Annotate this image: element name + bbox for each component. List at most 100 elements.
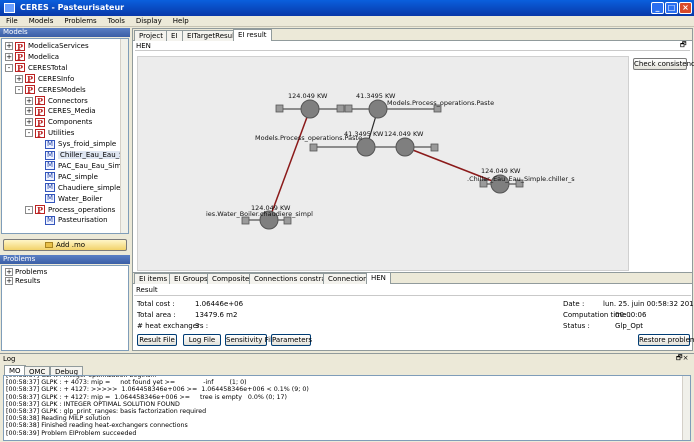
maximize-icon[interactable]: □: [665, 2, 678, 14]
tree-item-label: Components: [48, 118, 93, 127]
tree-item[interactable]: + P ModelicaServices: [5, 41, 89, 51]
hen-graph: 124.049 KW 41.3495 KW Models.Process_ope…: [206, 92, 575, 230]
tree-item-label: Process_operations: [48, 205, 116, 214]
close-icon[interactable]: ×: [679, 2, 692, 14]
menu-problems[interactable]: Problems: [58, 16, 101, 25]
collapse-icon[interactable]: -: [25, 129, 33, 138]
tab-ei-result[interactable]: EI result: [233, 29, 272, 41]
status-label: Status :: [563, 322, 590, 330]
restore-window-icon[interactable]: 🗗: [680, 41, 687, 52]
expand-icon[interactable]: +: [5, 52, 13, 61]
log-scrollbar[interactable]: [682, 376, 690, 440]
hen-node-2[interactable]: [368, 99, 388, 119]
problems-tree[interactable]: + Problems + Results: [1, 265, 129, 351]
tree-item-label: CERESInfo: [38, 74, 75, 83]
port-icon: [430, 143, 439, 152]
expand-icon[interactable]: +: [25, 107, 33, 116]
tree-item[interactable]: MChiller_Eau_Eau_Simple: [35, 150, 128, 160]
date-value: lun. 25. juin 00:58:32 2012: [603, 300, 694, 308]
tree-item[interactable]: M PAC_simple: [35, 172, 98, 182]
add-mo-label: Add .mo: [55, 241, 86, 249]
tree-item[interactable]: + P Modelica: [5, 52, 59, 62]
minimize-icon[interactable]: _: [651, 2, 664, 14]
menu-file[interactable]: File: [0, 16, 23, 25]
tab-ei[interactable]: EI: [166, 30, 183, 41]
tree-item[interactable]: - P CERESTotal: [5, 63, 67, 73]
model-icon: M: [45, 172, 55, 182]
expand-icon[interactable]: +: [15, 74, 23, 83]
models-panel-header: Models: [0, 28, 130, 37]
menu-help[interactable]: Help: [167, 16, 194, 25]
tree-item-label: Pasteurisation: [58, 216, 108, 225]
model-icon: M: [45, 139, 55, 149]
expand-icon[interactable]: +: [5, 268, 13, 276]
hen-graph-canvas: 124.049 KW 41.3495 KW Models.Process_ope…: [137, 56, 629, 271]
tab-ei-items[interactable]: EI items: [134, 273, 173, 284]
tree-item[interactable]: M Water_Boiler: [35, 194, 102, 204]
log-file-button[interactable]: Log File: [183, 334, 221, 346]
log-output[interactable]: [00:58:37] GLPK : Integer optimization b…: [3, 375, 691, 441]
menu-display[interactable]: Display: [130, 16, 167, 25]
log-tab-strip: MO OMC Debug: [4, 365, 154, 377]
tab-project[interactable]: Project: [134, 30, 168, 41]
tree-item[interactable]: - P Utilities: [25, 128, 74, 138]
package-icon: P: [35, 205, 45, 215]
tree-item-label: Chiller_Eau_Eau_Simple: [58, 151, 128, 159]
collapse-icon[interactable]: -: [5, 63, 13, 72]
check-consistency-button[interactable]: Check consistency: [633, 58, 694, 70]
tree-item[interactable]: M Chaudiere_simple: [35, 183, 120, 193]
models-tree[interactable]: + P ModelicaServices + P Modelica - P CERESTotal…: [1, 38, 129, 234]
tree-item[interactable]: M Pasteurisation: [35, 215, 108, 225]
port-icon: [309, 143, 318, 152]
result-title: Result: [136, 286, 158, 294]
result-file-button[interactable]: Result File: [137, 334, 177, 346]
window-title-bar: CERES - Pasteurisateur _ □ ×: [0, 0, 694, 16]
tree-item[interactable]: + P CERES_Media: [25, 106, 96, 116]
tree-item-label: Modelica: [28, 52, 60, 61]
restore-problem-button[interactable]: Restore problem: [638, 334, 694, 346]
node-5-sublabel: .Chiller_Eau_Eau_Simple.chiller_s: [467, 175, 575, 183]
hen-node-4[interactable]: [395, 137, 415, 157]
window-title: CERES - Pasteurisateur: [20, 3, 125, 12]
tab-hen[interactable]: HEN: [366, 272, 391, 284]
collapse-icon[interactable]: -: [25, 205, 33, 214]
tree-item[interactable]: + P Components: [25, 117, 92, 127]
expand-icon[interactable]: +: [5, 277, 13, 285]
sensitivity-file-button[interactable]: Sensitivity File: [225, 334, 276, 346]
menu-models[interactable]: Models: [23, 16, 59, 25]
collapse-icon[interactable]: -: [15, 85, 23, 94]
package-icon: P: [35, 106, 45, 117]
restore-log-icon[interactable]: 🗗×: [676, 354, 688, 365]
models-scrollbar[interactable]: [120, 39, 128, 233]
tree-item[interactable]: + P Connectors: [25, 96, 88, 106]
port-icon: [241, 216, 250, 225]
tree-item[interactable]: M PAC_Eau_Eau_Simple: [35, 161, 128, 171]
app-icon: [4, 3, 15, 13]
tree-item-label: ModelicaServices: [28, 42, 89, 50]
tree-item-label: Connectors: [48, 96, 88, 105]
tree-item[interactable]: + P CERESInfo: [15, 74, 74, 84]
port-icon: [283, 216, 292, 225]
total-area-value: 13479.6 m2: [195, 311, 238, 319]
add-mo-button[interactable]: Add .mo: [3, 239, 127, 251]
menu-tools[interactable]: Tools: [102, 16, 130, 25]
tree-item[interactable]: - P Process_operations: [25, 205, 115, 215]
total-cost-value: 1.06446e+06: [195, 300, 244, 308]
expand-icon[interactable]: +: [5, 42, 13, 50]
hen-node-1[interactable]: [300, 99, 320, 119]
bottom-tab-strip: EI items EI Groups Composites Connection…: [133, 272, 692, 284]
expand-icon[interactable]: +: [25, 96, 33, 105]
problem-tree-item[interactable]: + Results: [5, 276, 40, 286]
models-panel-title: Models: [3, 28, 28, 36]
tree-item[interactable]: M Sys_froid_simple: [35, 139, 116, 149]
parameters-button[interactable]: Parameters: [271, 334, 312, 346]
tree-item-label: CERESModels: [38, 85, 86, 94]
package-icon: P: [25, 74, 35, 85]
tree-item[interactable]: - P CERESModels: [15, 85, 86, 95]
expand-icon[interactable]: +: [25, 118, 33, 127]
tree-item-label: PAC_simple: [58, 172, 98, 181]
node-4-label: 124.049 KW: [384, 130, 424, 138]
package-icon: P: [35, 117, 45, 128]
tree-item-label: Chaudiere_simple: [58, 183, 121, 192]
model-icon: M: [45, 161, 55, 171]
